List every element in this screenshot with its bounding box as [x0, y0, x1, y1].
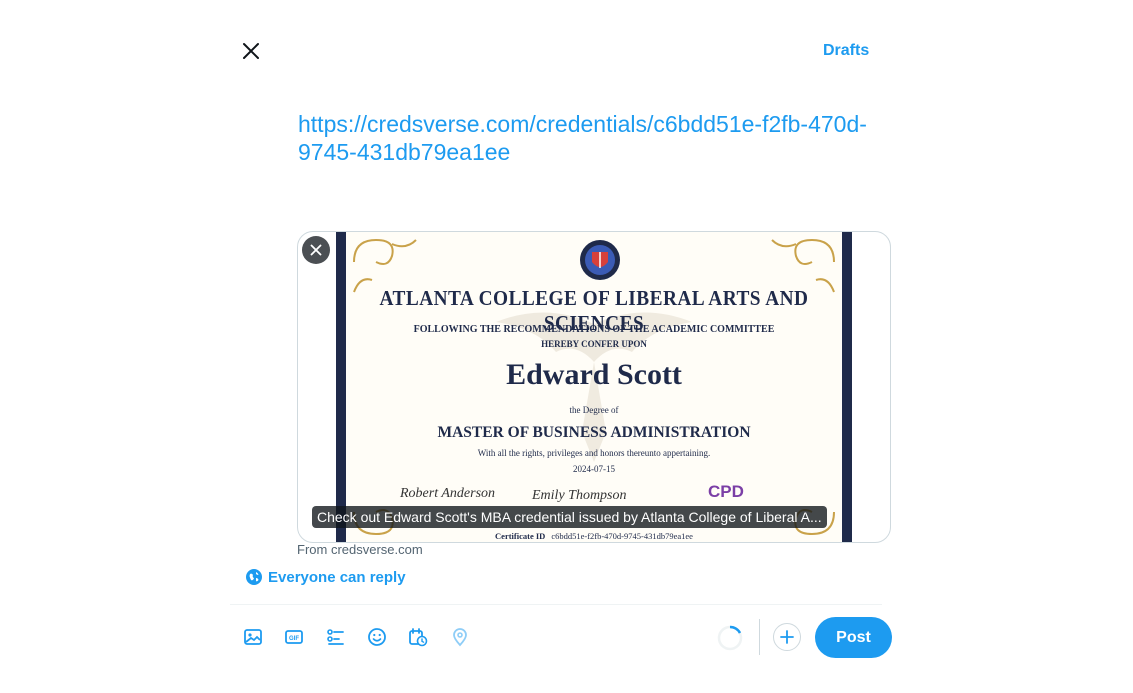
schedule-icon: [409, 628, 428, 647]
certificate-id-line: Certificate ID c6bdd51e-f2fb-470d-9745-43…: [346, 531, 842, 541]
emoji-icon: [368, 628, 386, 646]
certificate-recipient: Edward Scott: [506, 358, 682, 391]
post-text-input[interactable]: https://credsverse.com/credentials/c6bdd…: [298, 110, 878, 166]
globe-icon: [246, 569, 262, 585]
card-caption: Check out Edward Scott's MBA credential …: [312, 506, 827, 528]
add-post-button[interactable]: [773, 623, 801, 651]
poll-button[interactable]: [324, 625, 348, 649]
card-source: From credsverse.com: [297, 542, 423, 557]
certificate-degree-prefix: the Degree of: [569, 405, 619, 415]
location-button[interactable]: [448, 625, 472, 649]
emoji-button[interactable]: [365, 625, 389, 649]
college-seal-icon: [580, 240, 620, 280]
toolbar-divider: [230, 604, 882, 605]
certificate-signature-1: Robert Anderson: [400, 486, 496, 501]
gif-button[interactable]: GIF: [282, 625, 306, 649]
certificate-following: FOLLOWING THE RECOMMENDATIONS OF THE ACA…: [413, 324, 775, 335]
certificate-confer: HEREBY CONFER UPON: [541, 339, 647, 349]
certificate-degree: MASTER OF BUSINESS ADMINISTRATION: [437, 424, 751, 441]
certificate-id-label: Certificate ID: [495, 531, 546, 541]
plus-icon: [780, 630, 794, 644]
drafts-button[interactable]: Drafts: [823, 42, 869, 60]
certificate-image: ATLANTA COLLEGE OF LIBERAL ARTS AND SCIE…: [336, 232, 852, 542]
post-button[interactable]: Post: [815, 617, 892, 658]
reply-setting-button[interactable]: Everyone can reply: [246, 566, 406, 588]
cpd-badge: CPD: [708, 482, 744, 501]
link-preview-card[interactable]: ATLANTA COLLEGE OF LIBERAL ARTS AND SCIE…: [297, 231, 891, 543]
close-icon: [310, 244, 322, 256]
gif-icon: GIF: [285, 630, 303, 644]
svg-text:GIF: GIF: [289, 636, 299, 642]
remove-card-button[interactable]: [302, 236, 330, 264]
close-icon: [243, 43, 259, 59]
image-icon: [244, 629, 262, 645]
certificate-id-value: c6bdd51e-f2fb-470d-9745-431db79ea1ee: [551, 531, 693, 541]
certificate-signature-2: Emily Thompson: [532, 488, 627, 503]
location-icon: [453, 628, 467, 647]
poll-icon: [327, 629, 344, 645]
media-button[interactable]: [241, 625, 265, 649]
certificate-date: 2024-07-15: [573, 464, 615, 474]
certificate-rights: With all the rights, privileges and hono…: [477, 448, 711, 458]
reply-setting-label: Everyone can reply: [268, 568, 406, 586]
character-count-ring: [717, 625, 743, 651]
close-button[interactable]: [236, 36, 266, 66]
schedule-button[interactable]: [406, 625, 430, 649]
toolbar-separator: [759, 619, 760, 655]
